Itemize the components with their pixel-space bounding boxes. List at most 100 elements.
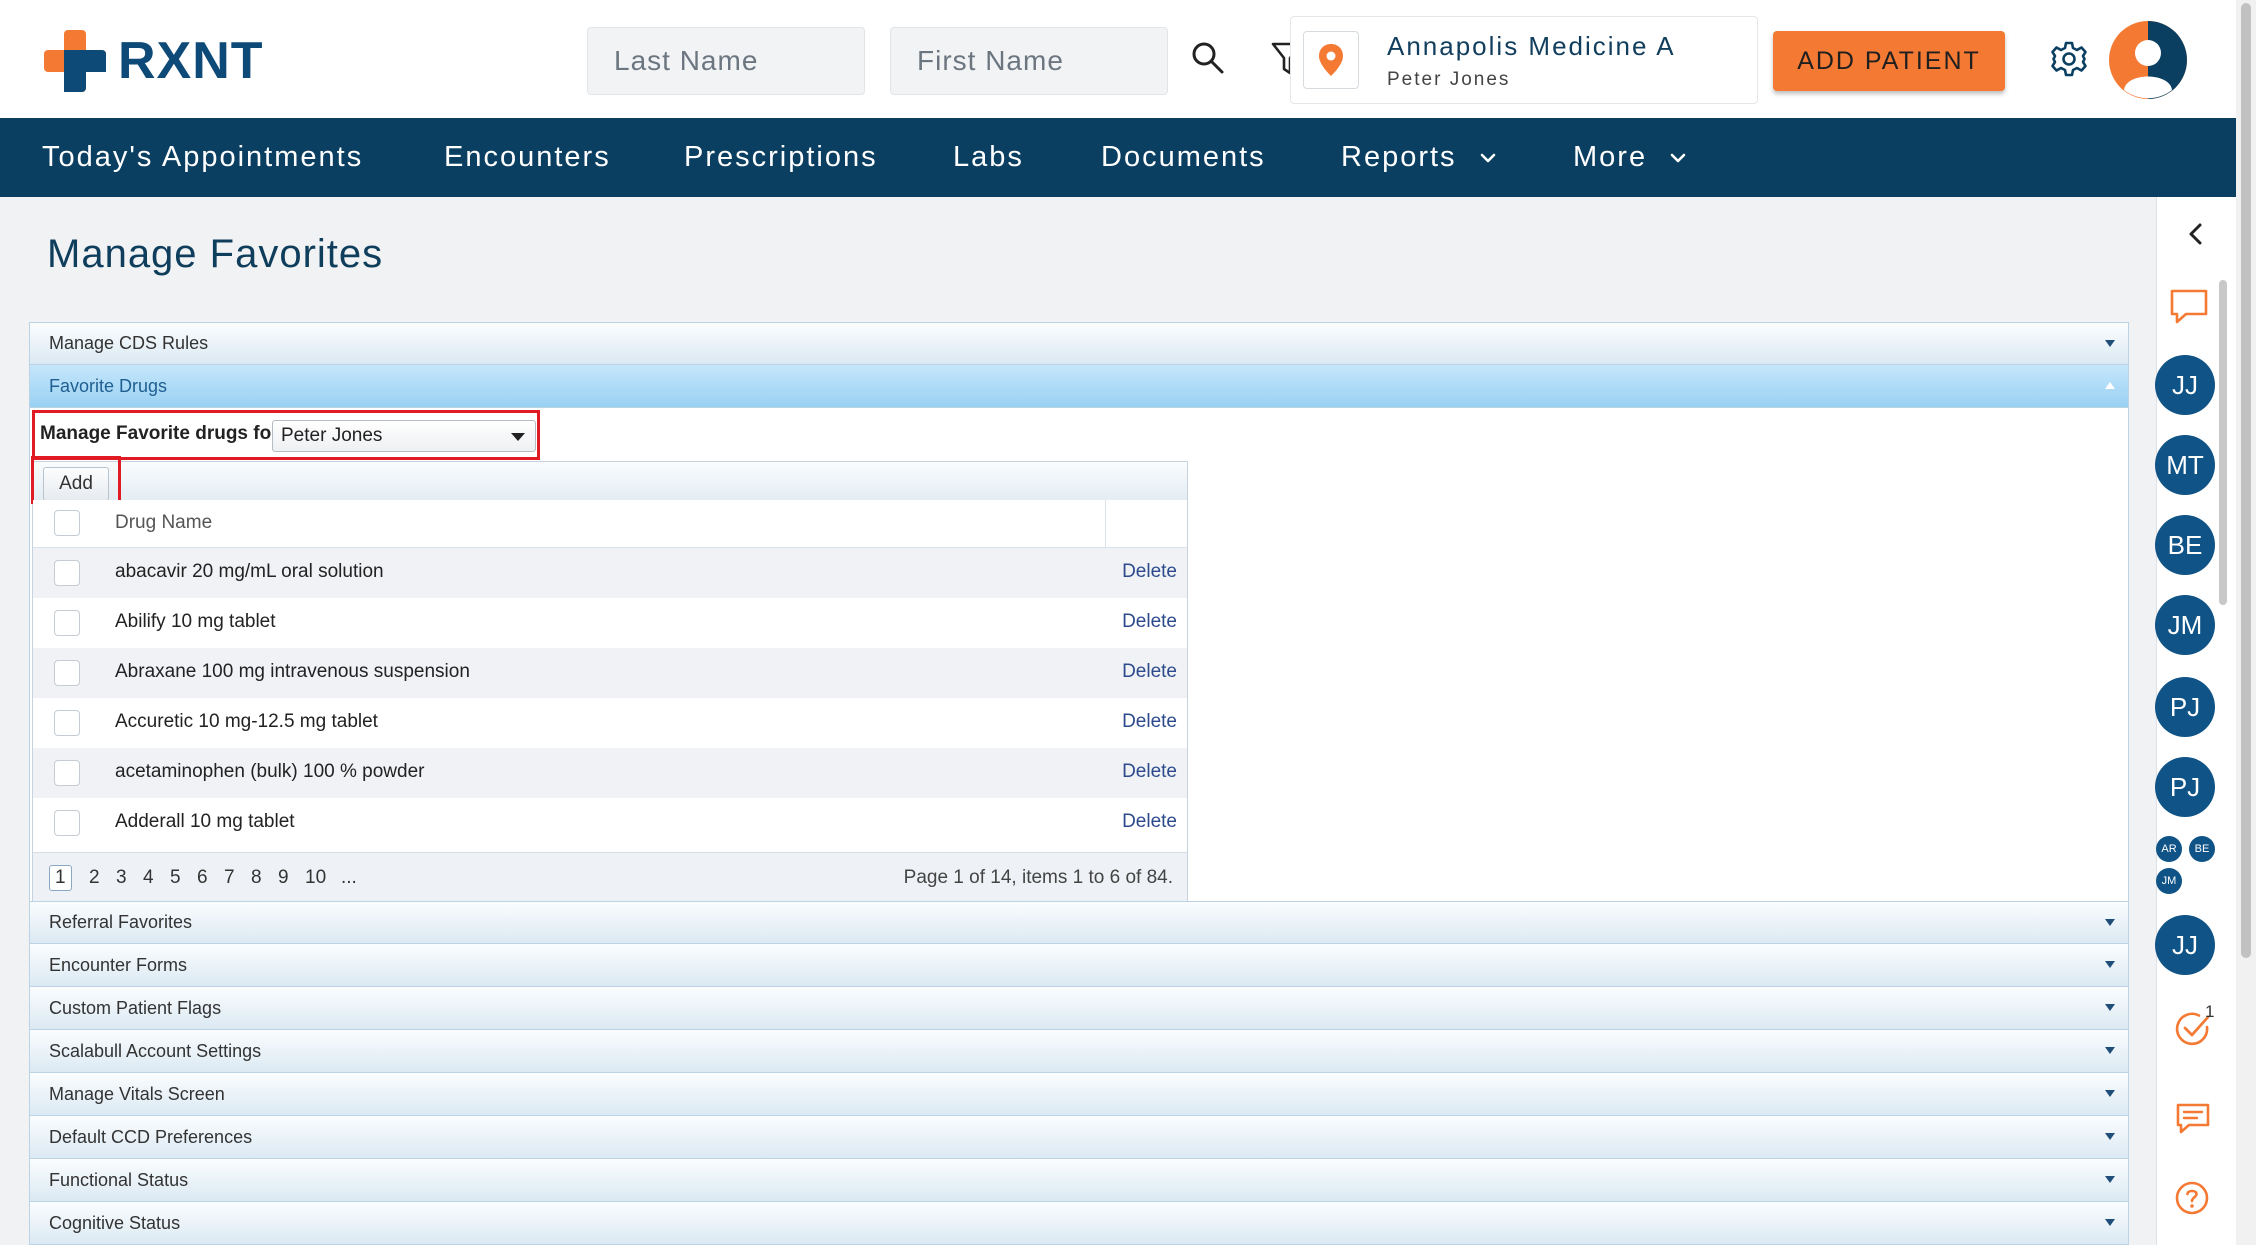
nav-label: Reports (1341, 141, 1457, 173)
nav-reports[interactable]: Reports (1341, 118, 1497, 197)
table-row: Accuretic 10 mg-12.5 mg tablet Delete (33, 698, 1187, 748)
chevron-down-icon (1480, 153, 1495, 162)
select-all-checkbox[interactable] (54, 510, 80, 536)
drug-name: Abraxane 100 mg intravenous suspension (115, 661, 470, 682)
nav-documents[interactable]: Documents (1101, 118, 1266, 197)
accordion-label: Custom Patient Flags (49, 997, 222, 1018)
nav-prescriptions[interactable]: Prescriptions (684, 118, 878, 197)
page-link[interactable]: 7 (224, 867, 235, 889)
avatar-small[interactable]: BE (2189, 836, 2215, 862)
table-row: acetaminophen (bulk) 100 % powder Delete (33, 748, 1187, 798)
page-link[interactable]: 6 (197, 867, 208, 889)
accordion-label: Manage CDS Rules (49, 333, 209, 353)
page-link[interactable]: 3 (116, 867, 127, 889)
avatar[interactable]: PJ (2155, 757, 2215, 817)
add-favorite-button[interactable]: Add (43, 467, 109, 501)
drug-name: acetaminophen (bulk) 100 % powder (115, 761, 425, 782)
top-header: RXNT Annapolis Medicine A Peter Jones AD… (0, 0, 2236, 118)
chat-icon[interactable] (2168, 287, 2210, 327)
page-link[interactable]: 4 (143, 867, 154, 889)
accordion-functional-status[interactable]: Functional Status (29, 1159, 2129, 1202)
accordion-referral-favorites[interactable]: Referral Favorites (29, 901, 2129, 944)
grid-toolbar: Add (31, 456, 1187, 504)
avatar[interactable]: MT (2155, 435, 2215, 495)
page-link[interactable]: 10 (305, 867, 326, 889)
collapse-arrow-icon (2105, 382, 2115, 389)
column-header-drug-name[interactable]: Drug Name (115, 512, 212, 534)
logo-text: RXNT (118, 32, 264, 90)
last-name-search-input[interactable] (587, 27, 865, 95)
provider-select[interactable]: Peter Jones (272, 420, 536, 452)
gear-icon[interactable] (2050, 40, 2088, 78)
location-selector[interactable]: Annapolis Medicine A Peter Jones (1290, 16, 1758, 104)
delete-link[interactable]: Delete (1122, 761, 1177, 783)
accordion-label: Default CCD Preferences (49, 1126, 253, 1147)
row-checkbox[interactable] (54, 810, 80, 836)
page-link[interactable]: 9 (278, 867, 289, 889)
page-link[interactable]: 5 (170, 867, 181, 889)
avatar-small[interactable]: JM (2156, 868, 2182, 894)
avatar-small[interactable]: AR (2156, 836, 2182, 862)
delete-link[interactable]: Delete (1122, 661, 1177, 683)
avatar[interactable]: PJ (2155, 677, 2215, 737)
nav-label: More (1573, 141, 1648, 173)
nav-label: Labs (953, 141, 1024, 173)
accordion-manage-cds-rules[interactable]: Manage CDS Rules (29, 322, 2129, 365)
accordion-encounter-forms[interactable]: Encounter Forms (29, 944, 2129, 987)
rxnt-logo[interactable]: RXNT (44, 30, 264, 92)
nav-label: Documents (1101, 141, 1266, 173)
row-checkbox[interactable] (54, 710, 80, 736)
help-icon[interactable] (2174, 1180, 2210, 1216)
nav-labs[interactable]: Labs (953, 118, 1024, 197)
avatar[interactable]: JM (2155, 595, 2215, 655)
chevron-down-icon (1670, 153, 1686, 162)
delete-link[interactable]: Delete (1122, 561, 1177, 583)
avatar[interactable]: JJ (2155, 915, 2215, 975)
provider-select-value: Peter Jones (281, 425, 383, 446)
nav-label: Today's Appointments (42, 141, 364, 173)
avatar[interactable]: JJ (2155, 355, 2215, 415)
message-icon[interactable] (2175, 1102, 2211, 1136)
expand-arrow-icon (2105, 919, 2115, 926)
column-divider (1105, 500, 1106, 547)
row-checkbox[interactable] (54, 610, 80, 636)
dropdown-caret-icon (511, 433, 525, 441)
nav-more[interactable]: More (1573, 118, 1687, 197)
nav-encounters[interactable]: Encounters (444, 118, 611, 197)
accordion-custom-patient-flags[interactable]: Custom Patient Flags (29, 987, 2129, 1030)
accordion-favorite-drugs[interactable]: Favorite Drugs (29, 365, 2129, 408)
nav-todays-appointments[interactable]: Today's Appointments (42, 118, 363, 197)
sidebar-scrollbar[interactable] (2219, 280, 2227, 605)
expand-arrow-icon (2105, 1090, 2115, 1097)
page-link[interactable]: 8 (251, 867, 262, 889)
accordion-manage-vitals-screen[interactable]: Manage Vitals Screen (29, 1073, 2129, 1116)
drug-name: abacavir 20 mg/mL oral solution (115, 561, 384, 582)
pager-info: Page 1 of 14, items 1 to 6 of 84. (903, 867, 1173, 888)
drug-name: Abilify 10 mg tablet (115, 611, 276, 632)
expand-arrow-icon (2105, 1219, 2115, 1226)
row-checkbox[interactable] (54, 760, 80, 786)
chevron-left-icon[interactable] (2186, 222, 2206, 246)
user-avatar[interactable] (2108, 20, 2188, 100)
page-link[interactable]: 2 (89, 867, 100, 889)
search-icon[interactable] (1190, 40, 1226, 76)
delete-link[interactable]: Delete (1122, 711, 1177, 733)
logo-cross-icon (44, 30, 106, 92)
delete-link[interactable]: Delete (1122, 811, 1177, 833)
row-checkbox[interactable] (54, 560, 80, 586)
page-link-current[interactable]: 1 (49, 865, 72, 891)
page-link-more[interactable]: ... (341, 867, 357, 889)
add-patient-button[interactable]: ADD PATIENT (1773, 31, 2005, 91)
expand-arrow-icon (2105, 961, 2115, 968)
accordion-default-ccd-preferences[interactable]: Default CCD Preferences (29, 1116, 2129, 1159)
avatar[interactable]: BE (2155, 515, 2215, 575)
first-name-search-input[interactable] (890, 27, 1168, 95)
expand-arrow-icon (2105, 1176, 2115, 1183)
accordion-scalabull-account-settings[interactable]: Scalabull Account Settings (29, 1030, 2129, 1073)
row-checkbox[interactable] (54, 660, 80, 686)
accordion-cognitive-status[interactable]: Cognitive Status (29, 1202, 2129, 1245)
page-scrollbar-thumb[interactable] (2241, 3, 2251, 958)
delete-link[interactable]: Delete (1122, 611, 1177, 633)
main-nav: Today's Appointments Encounters Prescrip… (0, 118, 2236, 197)
accordion-label: Cognitive Status (49, 1212, 181, 1233)
